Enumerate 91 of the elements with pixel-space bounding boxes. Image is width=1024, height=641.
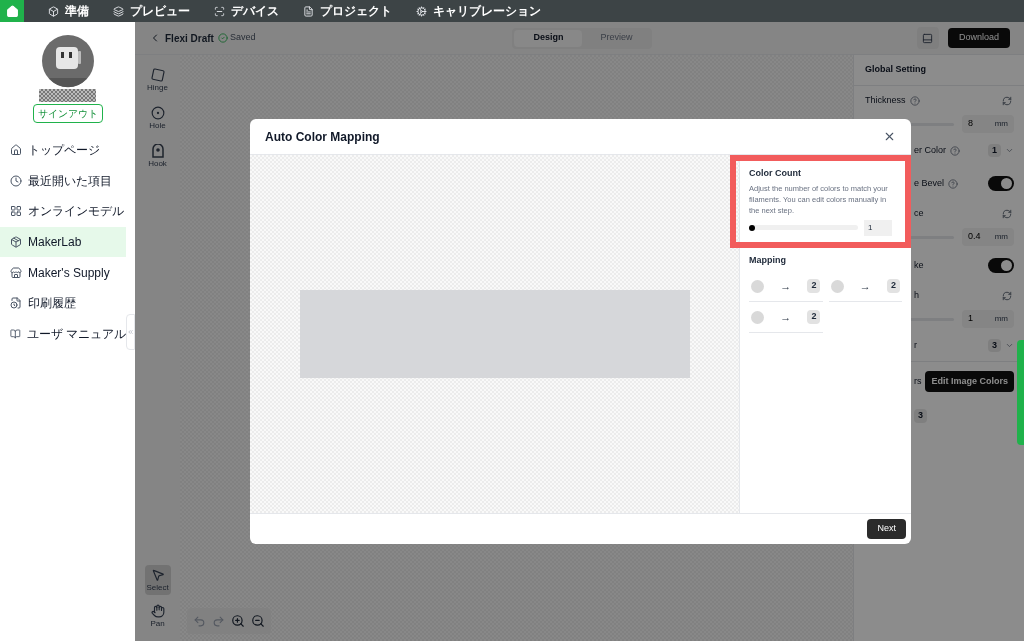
next-button[interactable]: Next [867,519,906,539]
sidebar-item[interactable]: 最近開いた項目 [0,165,126,197]
hand-icon [150,604,165,618]
download-button[interactable]: Download [947,28,1010,48]
home-icon [10,144,22,157]
color-count-badge: 3 [914,409,927,423]
setting-label: rs [914,374,922,388]
reset-icon[interactable] [1002,290,1012,301]
document-icon [303,5,314,17]
box-icon [48,5,59,17]
section-title: Mapping [749,253,787,267]
setting-label: r [914,338,917,352]
top-nav-tab[interactable]: プロジェクト [303,2,392,20]
hook-icon [150,144,165,158]
double-chevron-icon [127,328,134,336]
blurred-username [39,89,96,102]
panel-toggle-button[interactable] [916,27,939,49]
filament-badge[interactable]: 2 [886,279,900,293]
zoom-out-icon[interactable] [251,614,265,628]
toggle-switch[interactable] [988,176,1014,191]
help-icon[interactable] [948,178,959,189]
book-icon [10,327,21,340]
panel-title: Global Setting [865,63,926,77]
setting-label: er Color [914,143,946,157]
setting-label: Thickness [865,93,906,107]
project-title: Flexi Draft [165,31,214,46]
zoom-in-icon[interactable] [231,614,245,628]
number-field[interactable]: 8 mm [962,115,1014,133]
count-field[interactable]: 1 [864,219,892,236]
undo-icon[interactable] [193,614,206,628]
filament-badge[interactable]: 2 [807,279,821,293]
help-icon[interactable] [950,145,960,156]
save-status: Saved [229,31,256,45]
clock-icon [10,174,22,187]
setting-label: h [914,288,919,302]
dialog-title: Auto Color Mapping [265,128,380,146]
collapse-handle[interactable] [126,314,135,350]
sidebar-item[interactable]: トップページ [0,135,126,166]
tool-button[interactable]: Hole [144,103,171,133]
source-color-swatch [751,310,764,324]
number-field[interactable]: 0.4 mm [962,228,1014,246]
top-nav-tab[interactable]: デバイス [214,2,279,20]
pointer-icon [150,568,165,582]
scan-icon [214,5,225,17]
robot-avatar [40,34,95,88]
sidebar-item[interactable]: Maker's Supply [0,257,126,288]
slider-thumb[interactable] [749,224,755,231]
edit-colors-button[interactable]: Edit Image Colors [925,370,1014,393]
redo-icon[interactable] [212,614,225,628]
sign-out-button[interactable]: サインアウト [32,104,103,123]
reset-icon[interactable] [1002,208,1012,219]
top-nav-tab[interactable]: キャリブレーション [416,2,541,20]
setting-label: ke [914,258,924,272]
source-color-swatch [830,279,844,293]
sidebar-item[interactable]: MakerLab [0,226,126,258]
help-icon[interactable] [909,95,920,106]
tool-button[interactable]: Hinge [144,65,171,95]
toggle-switch[interactable] [988,258,1014,273]
top-nav-tab[interactable]: プレビュー [113,2,190,20]
hole-icon [150,106,165,120]
sidebar-item[interactable]: オンラインモデル [0,196,126,227]
check-icon [217,33,228,43]
mode-tab[interactable]: Design [514,29,583,47]
mapping-arrow: → [780,278,792,294]
section-title: Color Count [749,167,802,180]
home-button[interactable] [0,0,24,22]
home-icon [5,4,19,18]
slider-track[interactable] [749,225,858,230]
layers-icon [113,5,124,17]
source-color-swatch [751,279,764,293]
mapping-arrow: → [859,278,871,294]
sidebar-item[interactable]: 印刷履歴 [0,287,126,319]
number-field[interactable]: 1 mm [962,310,1014,328]
gear-icon [416,5,427,17]
reset-icon[interactable] [1002,95,1012,106]
close-icon[interactable] [883,130,896,143]
setting-label: e Bevel [914,176,945,190]
cube-icon [10,236,22,249]
grid-icon [10,205,22,218]
mapping-arrow: → [780,309,792,325]
store-icon [10,266,22,279]
sidebar-item[interactable]: ユーザ マニュアル [0,318,126,350]
filament-badge[interactable]: 2 [807,310,821,324]
panel-icon [922,32,934,44]
tool-button[interactable]: Hook [144,141,171,171]
chevron-down-icon [1005,146,1014,155]
top-nav-tab[interactable]: 準備 [48,2,89,20]
setting-label: ce [914,206,924,220]
tool-button[interactable]: Pan [144,601,171,631]
history-icon [10,297,22,310]
chevron-down-icon [1005,341,1014,350]
